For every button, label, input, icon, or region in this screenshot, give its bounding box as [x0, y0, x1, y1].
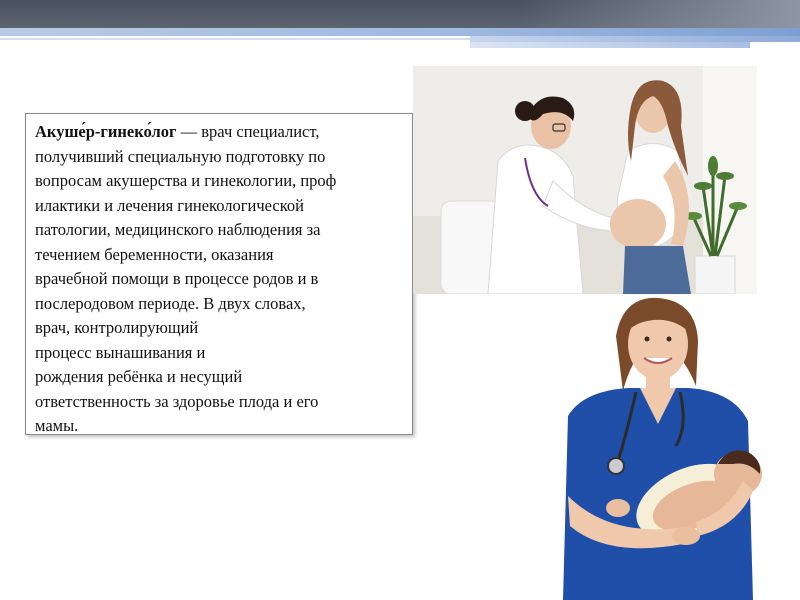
- definition-line: ответственность за здоровье плода и его: [35, 391, 319, 411]
- definition-line: рождения ребёнка и несущий: [35, 367, 243, 386]
- definition-line: процесс вынашивания и: [35, 342, 206, 362]
- definition-line: врач, контролирующий: [35, 318, 199, 337]
- slide: Акуше́р-гинеко́лог — врач специалист, по…: [0, 0, 800, 600]
- definition-term: Акуше́р-гинеко́лог: [35, 122, 177, 141]
- definition-line: послеродовом периоде. В двух словах,: [35, 293, 306, 313]
- decor-stripe-thin: [0, 38, 470, 40]
- decor-stripe: [470, 42, 750, 48]
- definition-line: мамы.: [35, 416, 79, 435]
- definition-text-box: Акуше́р-гинеко́лог — врач специалист, по…: [25, 113, 413, 435]
- photo-illustration: [548, 296, 768, 600]
- definition-line: врачебной помощи в процессе родов и в: [35, 269, 319, 288]
- definition-line: — врач специалист,: [176, 122, 320, 141]
- definition-line: вопросам акушерства и гинекологии, проф: [35, 171, 337, 190]
- definition-line: получивший специальную подготовку по: [35, 146, 326, 166]
- doctor-examining-pregnant-woman-photo: [413, 66, 757, 294]
- decor-stripe: [0, 28, 800, 36]
- nurse-holding-newborn-photo: [548, 296, 768, 600]
- definition-line: течением беременности, оказания: [35, 244, 274, 264]
- definition-line: илактики и лечения гинекологической: [35, 195, 304, 215]
- top-band-accent: [520, 0, 800, 28]
- definition-line: патологии, медицинского наблюдения за: [35, 220, 321, 239]
- definition-paragraph: Акуше́р-гинеко́лог — врач специалист, по…: [35, 120, 404, 439]
- photo-illustration: [413, 66, 757, 294]
